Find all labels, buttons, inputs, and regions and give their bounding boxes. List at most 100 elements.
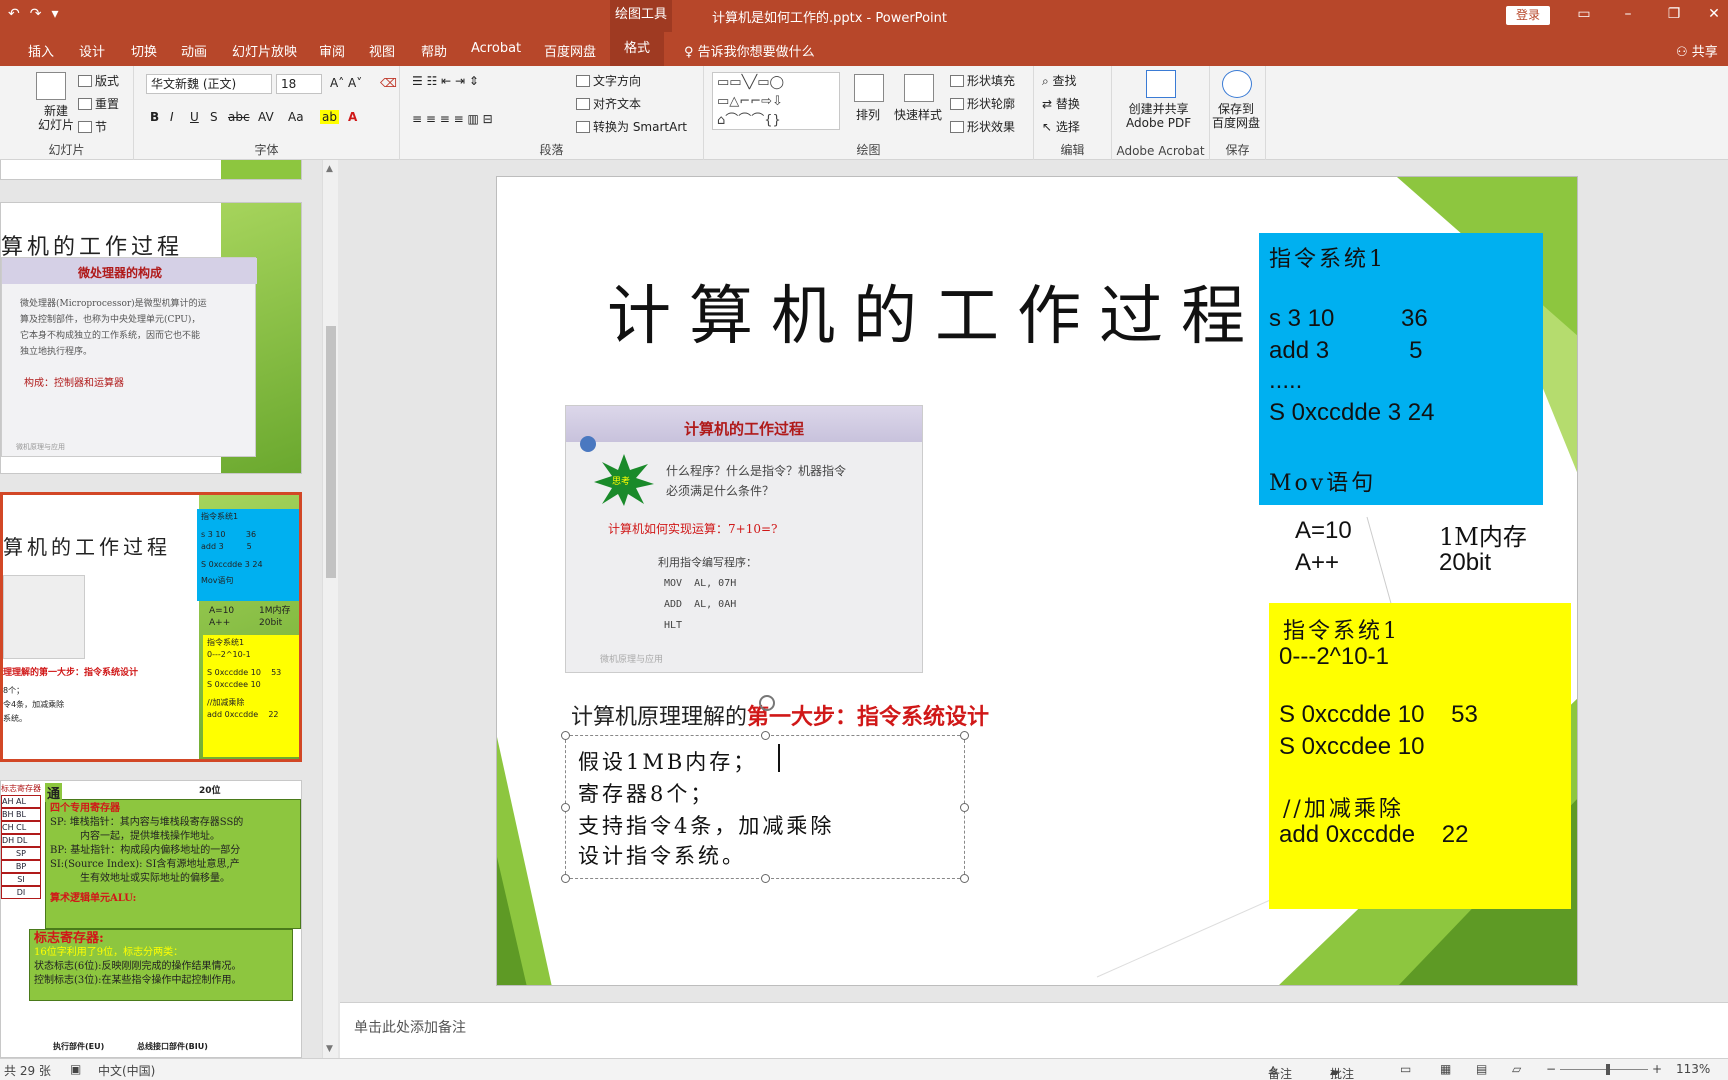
resize-handle[interactable]	[761, 874, 770, 883]
pdf-icon	[1146, 70, 1176, 98]
shadow-button[interactable]: S	[210, 110, 218, 124]
shape-outline-button[interactable]: 形状轮廓	[950, 95, 1015, 112]
tab-insert[interactable]: 插入	[28, 41, 54, 60]
underline-button[interactable]: U	[190, 110, 199, 124]
shape-fill-button[interactable]: 形状填充	[950, 72, 1015, 89]
scroll-up-icon[interactable]: ▲	[326, 164, 333, 174]
normal-view-icon[interactable]: ▭	[1400, 1062, 1411, 1076]
bold-button[interactable]: B	[150, 110, 159, 124]
find-button[interactable]: ⌕ 查找	[1042, 72, 1077, 89]
quick-styles-button[interactable]: 快速样式	[894, 106, 942, 123]
zoom-slider[interactable]	[1560, 1069, 1648, 1070]
highlight-icon[interactable]: ab	[320, 110, 339, 124]
slide-thumbnail[interactable]: 算机的工作过程 微处理器的构成 微处理器(Microprocessor)是微型机…	[0, 202, 302, 474]
tell-me-search[interactable]: ♀ 告诉我你想要做什么	[684, 41, 815, 60]
strikethrough-button[interactable]: abc	[228, 110, 250, 124]
resize-handle[interactable]	[960, 803, 969, 812]
align-icons[interactable]: ≡ ≡ ≡ ≡ ▥ ⊟	[412, 112, 493, 126]
align-text-button[interactable]: 对齐文本	[576, 95, 641, 112]
reading-view-icon[interactable]: ▤	[1476, 1062, 1487, 1076]
slideshow-icon[interactable]: ▱	[1512, 1062, 1521, 1076]
tab-review[interactable]: 审阅	[319, 41, 345, 60]
smartart-button[interactable]: 转换为 SmartArt	[576, 118, 687, 135]
bullets-icon[interactable]: ☰ ☷ ⇤ ⇥ ⇕	[412, 74, 479, 88]
arrange-button[interactable]: 排列	[856, 106, 880, 123]
resize-handle[interactable]	[960, 731, 969, 740]
tab-help[interactable]: 帮助	[421, 41, 447, 60]
zoom-slider-thumb[interactable]	[1606, 1064, 1610, 1075]
resize-handle[interactable]	[561, 874, 570, 883]
reset-button[interactable]: 重置	[78, 95, 119, 112]
variable-increment[interactable]: A++	[1295, 549, 1339, 577]
instruction-set-box-yellow[interactable]: 指令系统1 0---2^10-1 S 0xccdde 10 53 S 0xccd…	[1269, 603, 1571, 909]
font-name-select[interactable]: 华文新魏 (正文)	[146, 74, 272, 94]
title-bar: ↶↷▾ 绘图工具 计算机是如何工作的.pptx - PowerPoint 登录 …	[0, 0, 1728, 32]
slide-thumbnail[interactable]: 标志寄存器 AH AL BH BL CH CL DH DL SP BP SI D…	[0, 780, 302, 1058]
close-icon[interactable]: ✕	[1704, 6, 1724, 22]
thumb-cyan-box: 指令系统1 s 3 10 36 add 3 5 S 0xccdde 3 24 M…	[197, 509, 299, 601]
create-pdf-button[interactable]: 创建并共享 Adobe PDF	[1126, 102, 1191, 130]
save-to-baidu-button[interactable]: 保存到 百度网盘	[1212, 102, 1260, 130]
notes-pane[interactable]: 单击此处添加备注	[340, 1002, 1728, 1058]
body-line: 支持指令4条，加减乘除	[578, 814, 835, 838]
layout-button[interactable]: 版式	[78, 72, 119, 89]
tab-transitions[interactable]: 切换	[131, 41, 157, 60]
address-bits[interactable]: 20bit	[1439, 549, 1491, 577]
resize-handle[interactable]	[761, 731, 770, 740]
grow-font-button[interactable]: A˄ A˅	[330, 76, 362, 90]
tab-slideshow[interactable]: 幻灯片放映	[232, 41, 297, 60]
slide-canvas[interactable]: 计算机的工作过程 计算机的工作过程 思考 什么程序？什么是指令？机器指令 必须满…	[496, 176, 1578, 986]
resize-handle[interactable]	[960, 874, 969, 883]
select-button[interactable]: ↖ 选择	[1042, 118, 1080, 135]
rotate-handle-icon[interactable]	[759, 695, 775, 711]
tab-format[interactable]: 格式	[610, 32, 665, 66]
thumbnails-scrollbar[interactable]: ▲ ▼	[322, 160, 338, 1058]
login-button[interactable]: 登录	[1506, 6, 1550, 25]
scrollbar-handle[interactable]	[326, 326, 336, 578]
tab-acrobat[interactable]: Acrobat	[471, 41, 521, 56]
share-button[interactable]: ⚇ 共享	[1676, 41, 1718, 60]
new-slide-button[interactable]: 新建 幻灯片	[38, 104, 74, 132]
shapes-gallery[interactable]: ▭▭╲╱▭◯ ▭△⌐⌐⇨⇩ ⌂⌒⌒⌒{}	[712, 72, 840, 130]
text-direction-button[interactable]: 文字方向	[576, 72, 641, 89]
slide-sorter-icon[interactable]: ▦	[1440, 1062, 1451, 1076]
instruction-set-box-cyan[interactable]: 指令系统1 s 3 10 36 add 3 5 ..... S 0xccdde …	[1259, 233, 1543, 505]
minimize-icon[interactable]: –	[1618, 6, 1638, 22]
resize-handle[interactable]	[561, 731, 570, 740]
quick-access-toolbar[interactable]: ↶↷▾	[8, 6, 69, 22]
slide-thumbnail-prev[interactable]	[0, 160, 302, 180]
zoom-in-icon[interactable]: +	[1652, 1062, 1662, 1076]
spellcheck-icon[interactable]: ▣	[70, 1062, 81, 1076]
char-spacing-button[interactable]: AV	[258, 110, 274, 124]
scroll-down-icon[interactable]: ▼	[326, 1044, 333, 1054]
variable-a[interactable]: A=10	[1295, 517, 1352, 545]
font-color-button[interactable]: A	[348, 110, 357, 124]
text-direction-label: 文字方向	[593, 74, 642, 88]
thumb-body-line: 8个；	[3, 686, 25, 695]
tab-design[interactable]: 设计	[79, 41, 105, 60]
restore-icon[interactable]: ❐	[1664, 6, 1684, 22]
tab-baidu[interactable]: 百度网盘	[544, 41, 596, 60]
zoom-out-icon[interactable]: −	[1546, 1062, 1556, 1076]
change-case-button[interactable]: Aa	[288, 110, 304, 124]
memory-size[interactable]: 1M内存	[1439, 517, 1527, 552]
font-size-select[interactable]: 18	[276, 74, 322, 94]
tab-animations[interactable]: 动画	[181, 41, 207, 60]
thumb-register-row: SI	[1, 873, 41, 886]
clear-format-icon[interactable]: ⌫	[380, 76, 397, 90]
selected-text-box[interactable]: 假设1MB内存； 寄存器8个； 支持指令4条，加减乘除 设计指令系统。	[561, 731, 969, 883]
ribbon-display-icon[interactable]: ▭	[1574, 6, 1594, 22]
replace-button[interactable]: ⇄ 替换	[1042, 95, 1080, 112]
section-button[interactable]: 节	[78, 118, 107, 135]
tab-view[interactable]: 视图	[369, 41, 395, 60]
step-heading[interactable]: 计算机原理理解的第一大步：指令系统设计	[571, 699, 989, 731]
slide-title[interactable]: 计算机的工作过程	[607, 265, 1263, 357]
shape-effects-button[interactable]: 形状效果	[950, 118, 1015, 135]
italic-button[interactable]: I	[170, 110, 174, 124]
slide-thumbnail-selected[interactable]: 算机的工作过程 指令系统1 s 3 10 36 add 3 5 S 0xccdd…	[0, 492, 302, 762]
embedded-slide-image[interactable]: 计算机的工作过程 思考 什么程序？什么是指令？机器指令 必须满足什么条件？ 计算…	[565, 405, 923, 673]
zoom-level[interactable]: 113%	[1676, 1062, 1710, 1076]
arrange-icon	[854, 74, 884, 102]
language-indicator[interactable]: 中文(中国)	[98, 1062, 155, 1079]
resize-handle[interactable]	[561, 803, 570, 812]
